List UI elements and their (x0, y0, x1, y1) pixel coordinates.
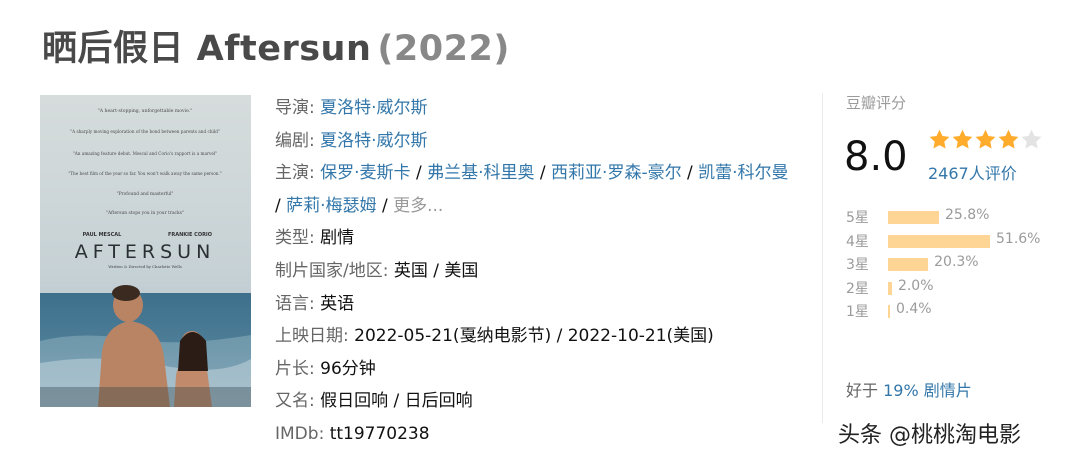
votes-link[interactable]: 2467人评价 (928, 160, 1017, 184)
writer-row: 编剧: 夏洛特·威尔斯 (275, 130, 428, 151)
star-icon (1021, 129, 1042, 149)
runtime-value: 96分钟 (320, 358, 376, 379)
cast-row: 主演: 保罗·麦斯卡 / 弗兰基·科里奥 / 西莉亚·罗森-豪尔 / 凯蕾·科尔… (275, 163, 789, 216)
cast-link[interactable]: 西莉亚·罗森-豪尔 (551, 163, 682, 183)
distribution-label: 1星 (846, 304, 869, 320)
language-label: 语言 (275, 293, 309, 314)
movie-poster[interactable]: "A heart-stopping, unforgettable movie."… (40, 95, 251, 407)
distribution-percent: 2.0% (897, 277, 934, 294)
poster-quote-2: "A sharply moving exploration of the bon… (70, 129, 220, 134)
distribution-percent: 25.8% (945, 207, 990, 223)
poster-credit: Written & Directed by Charlotte Wells (108, 264, 182, 269)
poster-actor-right: FRANKIE CORIO (168, 232, 212, 238)
poster-film-title: AFTERSUN (75, 241, 216, 263)
imdb-row: IMDb: tt19770238 (275, 423, 430, 444)
imdb-label: IMDb (275, 423, 319, 444)
country-label: 制片国家/地区 (275, 260, 383, 281)
language-row: 语言: 英语 (275, 293, 355, 314)
cast-label: 主演 (275, 163, 309, 184)
aka-label: 又名 (275, 391, 309, 412)
director-label: 导演 (275, 98, 309, 118)
vertical-divider (822, 93, 823, 423)
cast-more-link[interactable]: 更多... (393, 196, 443, 216)
distribution-label: 4星 (846, 233, 869, 250)
distribution-label: 2星 (846, 280, 869, 297)
better-than-link[interactable]: 19% 剧情片 (883, 381, 972, 400)
distribution-percent: 51.6% (996, 230, 1041, 247)
aka-row: 又名: 假日回响 / 日后回响 (275, 391, 473, 412)
cast-link[interactable]: 弗兰基·科里奥 (427, 163, 534, 183)
distribution-bar (888, 281, 892, 295)
distribution-bar (888, 305, 890, 318)
poster-quote-3: "An amazing feature debut. Mescal and Co… (73, 151, 217, 156)
watermark: 头条 @桃桃淘电影 (838, 423, 1021, 448)
rating-stars (928, 128, 1043, 151)
cast-link[interactable]: 保罗·麦斯卡 (320, 163, 410, 183)
poster-quote-1: "A heart-stopping, unforgettable movie." (98, 108, 193, 114)
aka-value: 假日回响 / 日后回响 (320, 391, 473, 412)
star-icon (998, 129, 1019, 149)
release-value: 2022-05-21(戛纳电影节) / 2022-10-21(美国) (354, 326, 714, 347)
poster-quote-6: "Aftersun stops you in your tracks" (106, 211, 184, 216)
director-row: 导演: 夏洛特·威尔斯 (275, 98, 428, 118)
star-icon (952, 129, 973, 149)
distribution-bar (888, 258, 929, 271)
rating-score: 8.0 (844, 134, 908, 180)
movie-year: (2022) (377, 29, 510, 69)
distribution-label: 5星 (846, 210, 869, 226)
distribution-percent: 20.3% (934, 254, 979, 270)
imdb-value: tt19770238 (329, 423, 430, 444)
star-icon (975, 129, 996, 149)
cast-link[interactable]: 凯蕾·科尔曼 (698, 163, 788, 183)
writer-link[interactable]: 夏洛特·威尔斯 (320, 131, 427, 151)
distribution-label: 3星 (846, 257, 869, 273)
release-row: 上映日期: 2022-05-21(戛纳电影节) / 2022-10-21(美国) (275, 326, 714, 347)
poster-quote-5: "Profound and masterful" (117, 192, 174, 197)
distribution-bar (888, 234, 990, 248)
genre-value: 剧情 (320, 228, 355, 249)
better-prefix: 好于 (846, 381, 879, 400)
genre-label: 类型 (275, 228, 309, 249)
rating-title: 豆瓣评分 (846, 94, 907, 112)
director-link[interactable]: 夏洛特·威尔斯 (320, 98, 427, 118)
cast-link[interactable]: 萨莉·梅瑟姆 (286, 196, 376, 216)
distribution-percent: 0.4% (896, 301, 932, 317)
release-label: 上映日期 (275, 326, 343, 347)
distribution-bar (888, 211, 939, 224)
movie-title: 晒后假日 Aftersun (42, 29, 372, 69)
page-title: 晒后假日 Aftersun (2022) (42, 20, 510, 71)
poster-image: "A heart-stopping, unforgettable movie."… (40, 95, 251, 407)
runtime-row: 片长: 96分钟 (275, 358, 376, 379)
genre-row: 类型: 剧情 (275, 228, 355, 249)
runtime-label: 片长 (275, 358, 309, 379)
better-than: 好于 19% 剧情片 (846, 377, 972, 401)
movie-info: 导演: 夏洛特·威尔斯 编剧: 夏洛特·威尔斯 主演: 保罗·麦斯卡 / 弗兰基… (275, 92, 795, 451)
writer-label: 编剧 (275, 130, 309, 151)
poster-actor-left: PAUL MESCAL (83, 232, 122, 238)
language-value: 英语 (320, 293, 355, 314)
star-icon (929, 129, 950, 149)
country-value: 英国 / 美国 (393, 260, 479, 281)
poster-quote-4: "The best film of the year so far. You w… (68, 171, 221, 176)
country-row: 制片国家/地区: 英国 / 美国 (275, 260, 479, 281)
